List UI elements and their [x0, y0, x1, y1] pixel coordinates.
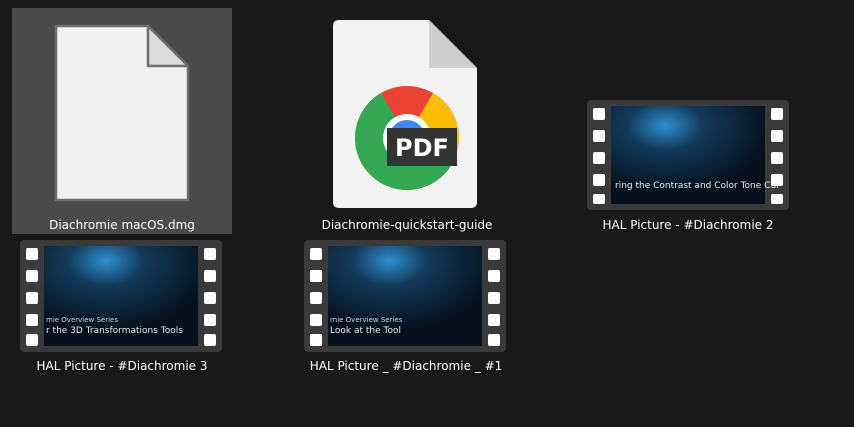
thumbnail-caption: rnie Overview Series: [330, 316, 403, 324]
thumbnail-title: ring the Contrast and Color Tone Cur: [615, 181, 780, 191]
file-item-dmg[interactable]: Diachromie macOS.dmg: [12, 8, 232, 234]
file-label: HAL Picture - #Diachromie 3: [36, 359, 208, 373]
blank-file-icon: [54, 24, 190, 202]
video-file-icon: ring the Contrast and Color Tone Cur: [587, 100, 789, 210]
thumbnail-title: r the 3D Transformations Tools: [46, 326, 183, 336]
video-file-icon: rnie Overview Series Look at the Tool: [304, 240, 506, 352]
file-label: HAL Picture _ #Diachromie _ #1: [309, 359, 503, 373]
file-label: Diachromie-quickstart-guide: [321, 218, 493, 232]
file-label: HAL Picture - #Diachromie 2: [602, 218, 774, 232]
file-item-video-3[interactable]: mie Overview Series r the 3D Transformat…: [12, 238, 232, 378]
pdf-badge: PDF: [395, 134, 449, 162]
file-item-video-2[interactable]: ring the Contrast and Color Tone Cur HAL…: [577, 98, 799, 238]
thumbnail-caption: mie Overview Series: [46, 316, 118, 324]
file-label: Diachromie macOS.dmg: [49, 218, 195, 232]
thumbnail-title: Look at the Tool: [330, 326, 401, 336]
video-file-icon: mie Overview Series r the 3D Transformat…: [20, 240, 222, 352]
file-item-pdf[interactable]: PDF Diachromie-quickstart-guide: [297, 8, 517, 234]
file-item-video-1[interactable]: rnie Overview Series Look at the Tool HA…: [296, 238, 516, 378]
chrome-pdf-file-icon: PDF: [333, 20, 477, 208]
